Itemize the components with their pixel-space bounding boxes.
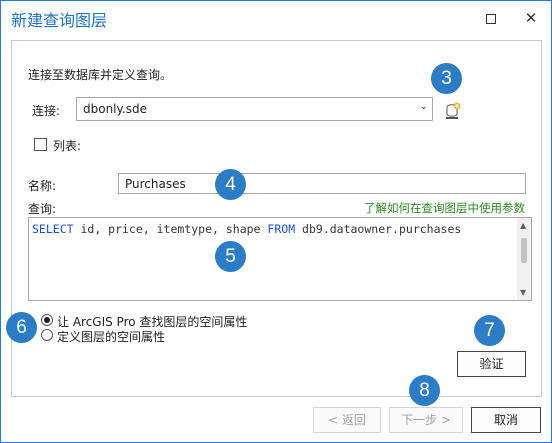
sql-keyword-from: FROM <box>267 222 296 236</box>
callout-badge: 8 <box>409 375 440 406</box>
dialog-title: 新建查询图层 <box>11 11 108 30</box>
maximize-icon[interactable] <box>478 7 504 29</box>
database-add-icon[interactable] <box>445 102 461 120</box>
sql-table: db9.dataowner.purchases <box>295 222 462 236</box>
validate-button[interactable]: 验证 <box>457 351 526 377</box>
query-parameters-help-link[interactable]: 了解如何在查询图层中使用参数 <box>364 200 525 216</box>
new-query-layer-dialog: 新建查询图层 ✕ 连接至数据库并定义查询。 连接: dbonly.sde ⌄ 列… <box>0 0 552 443</box>
list-checkbox-label: 列表: <box>53 139 82 153</box>
intro-text: 连接至数据库并定义查询。 <box>28 68 173 82</box>
sql-fields: id, price, itemtype, shape <box>73 222 268 236</box>
scroll-down-icon[interactable]: ▼ <box>520 288 526 297</box>
sql-query-text: SELECT id, price, itemtype, shape FROM d… <box>32 222 461 236</box>
chevron-down-icon: ⌄ <box>419 101 428 112</box>
radio-define-spatial-label: 定义图层的空间属性 <box>57 330 166 344</box>
title-bar: 新建查询图层 ✕ <box>1 1 551 37</box>
close-icon[interactable]: ✕ <box>518 7 544 29</box>
cancel-button[interactable]: 取消 <box>471 407 541 433</box>
name-label: 名称: <box>28 179 57 193</box>
callout-badge: 3 <box>431 63 462 94</box>
name-value: Purchases <box>125 177 186 191</box>
next-button[interactable]: 下一步 > <box>389 407 463 433</box>
scroll-thumb[interactable] <box>521 238 527 263</box>
scroll-up-icon[interactable]: ▲ <box>520 221 526 230</box>
connection-label: 连接: <box>32 104 61 118</box>
radio-auto-spatial[interactable] <box>41 314 53 326</box>
connection-value: dbonly.sde <box>83 102 147 116</box>
sql-query-editor[interactable]: SELECT id, price, itemtype, shape FROM d… <box>28 217 532 301</box>
sql-keyword-select: SELECT <box>32 222 74 236</box>
callout-badge: 5 <box>215 241 246 272</box>
callout-badge: 4 <box>215 169 246 200</box>
radio-define-spatial[interactable] <box>41 329 53 341</box>
connection-dropdown[interactable]: dbonly.sde ⌄ <box>76 97 433 121</box>
callout-badge: 6 <box>6 312 37 343</box>
back-button[interactable]: < 返回 <box>313 407 381 433</box>
name-field[interactable]: Purchases <box>118 173 526 194</box>
list-checkbox[interactable] <box>34 138 47 151</box>
callout-badge: 7 <box>474 315 505 346</box>
query-label: 查询: <box>28 202 57 216</box>
query-scrollbar[interactable]: ▲ ▼ <box>517 218 531 300</box>
